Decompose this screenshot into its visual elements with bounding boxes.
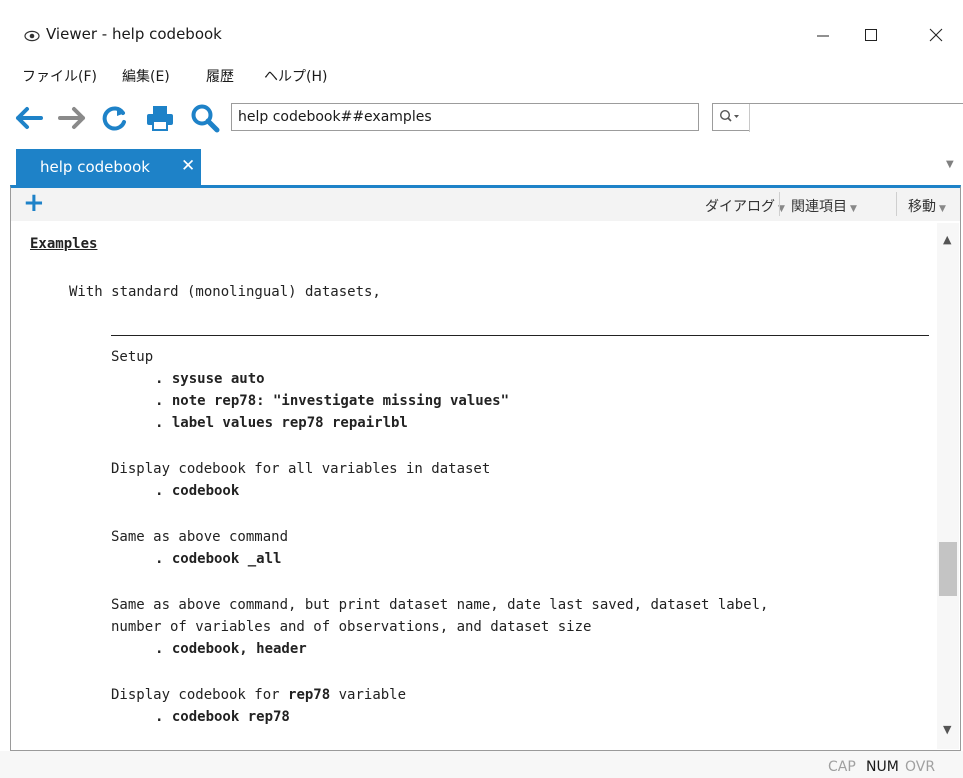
chevron-down-icon: ▼ [939,204,946,214]
example-description: Same as above command, but print dataset… [111,597,769,613]
help-document: Examples With standard (monolingual) dat… [11,223,937,749]
example-description: Same as above command [111,529,289,545]
find-input[interactable] [749,104,963,132]
overwrite-indicator: OVR [905,759,936,775]
vertical-scrollbar[interactable]: ▲ ▼ [937,223,959,749]
jump-dropdown[interactable]: 移動 ▼ [908,196,946,216]
description-text: variable [330,687,407,703]
refresh-icon [102,106,126,131]
dialog-label: ダイアログ [705,199,775,215]
setup-label: Setup [111,349,154,365]
related-dropdown[interactable]: 関連項目 ▼ [791,196,857,216]
toolbar [0,95,963,141]
maximize-button[interactable] [848,18,894,52]
variable-name: rep78 [288,687,331,703]
close-window-button[interactable] [913,18,959,52]
menu-edit[interactable]: 編集(E) [122,66,170,86]
forward-button[interactable] [57,103,87,133]
find-box [712,103,963,132]
minimize-icon [817,35,829,37]
viewer-panel: + ダイアログ ▼ 関連項目 ▼ 移動 ▼ Examples With standar… [10,185,961,751]
menu-history[interactable]: 履歴 [206,66,234,86]
menu-help[interactable]: ヘルプ(H) [264,66,327,86]
related-label: 関連項目 [791,199,847,215]
menu-file[interactable]: ファイル(F) [22,66,97,86]
print-icon [147,106,173,131]
back-button[interactable] [14,103,44,133]
example-command[interactable]: . codebook, header [155,641,307,657]
print-button[interactable] [145,103,175,133]
search-button[interactable] [190,103,220,133]
back-arrow-icon [16,107,43,129]
jump-label: 移動 [908,199,936,215]
title-bar: Viewer - help codebook [0,0,963,60]
menu-bar: ファイル(F) 編集(E) 履歴 ヘルプ(H) [0,60,963,90]
scroll-down-icon[interactable]: ▼ [943,723,951,736]
example-command[interactable]: . sysuse auto [155,371,265,387]
forward-arrow-icon [58,107,85,129]
eye-icon [24,27,40,46]
search-icon [191,104,220,133]
tab-close-icon[interactable]: ✕ [181,156,195,176]
minimize-button[interactable] [800,18,846,52]
toolbar-separator [896,192,897,216]
description-text: Display codebook for [111,687,289,703]
toolbar-separator [779,192,780,216]
refresh-button[interactable] [100,103,130,133]
num-lock-indicator: NUM [866,759,899,775]
tab-strip: help codebook ✕ ▼ [0,141,963,187]
find-magnifier-icon[interactable] [719,109,741,129]
status-bar: CAP NUM OVR [0,751,963,778]
horizontal-rule [111,335,929,336]
chevron-down-icon: ▼ [850,204,857,214]
section-header-examples[interactable]: Examples [30,236,97,252]
intro-text: With standard (monolingual) datasets, [69,284,381,300]
maximize-icon [865,29,877,41]
example-command[interactable]: . codebook rep78 [155,709,290,725]
example-description: Display codebook for all variables in da… [111,461,491,477]
command-url-input[interactable] [231,103,699,131]
example-command[interactable]: . label values rep78 repairlbl [155,415,408,431]
example-description: number of variables and of observations,… [111,619,592,635]
tab-label: help codebook [40,158,150,176]
example-command[interactable]: . codebook _all [155,551,281,567]
new-tab-plus-icon[interactable]: + [23,190,45,216]
example-description: Display codebook for rep78 variable [111,687,406,703]
scroll-up-icon[interactable]: ▲ [943,233,951,246]
window-title: Viewer - help codebook [46,25,222,43]
tab-list-dropdown-icon[interactable]: ▼ [946,159,954,170]
example-command[interactable]: . note rep78: "investigate missing value… [155,393,509,409]
caps-lock-indicator: CAP [828,759,856,775]
dialog-dropdown[interactable]: ダイアログ ▼ [705,196,785,216]
example-command[interactable]: . codebook [155,483,239,499]
close-icon [929,28,943,42]
viewer-toolbar: + ダイアログ ▼ 関連項目 ▼ 移動 ▼ [11,188,960,221]
scrollbar-thumb[interactable] [939,542,957,596]
tab-help-codebook[interactable]: help codebook ✕ [16,149,201,185]
